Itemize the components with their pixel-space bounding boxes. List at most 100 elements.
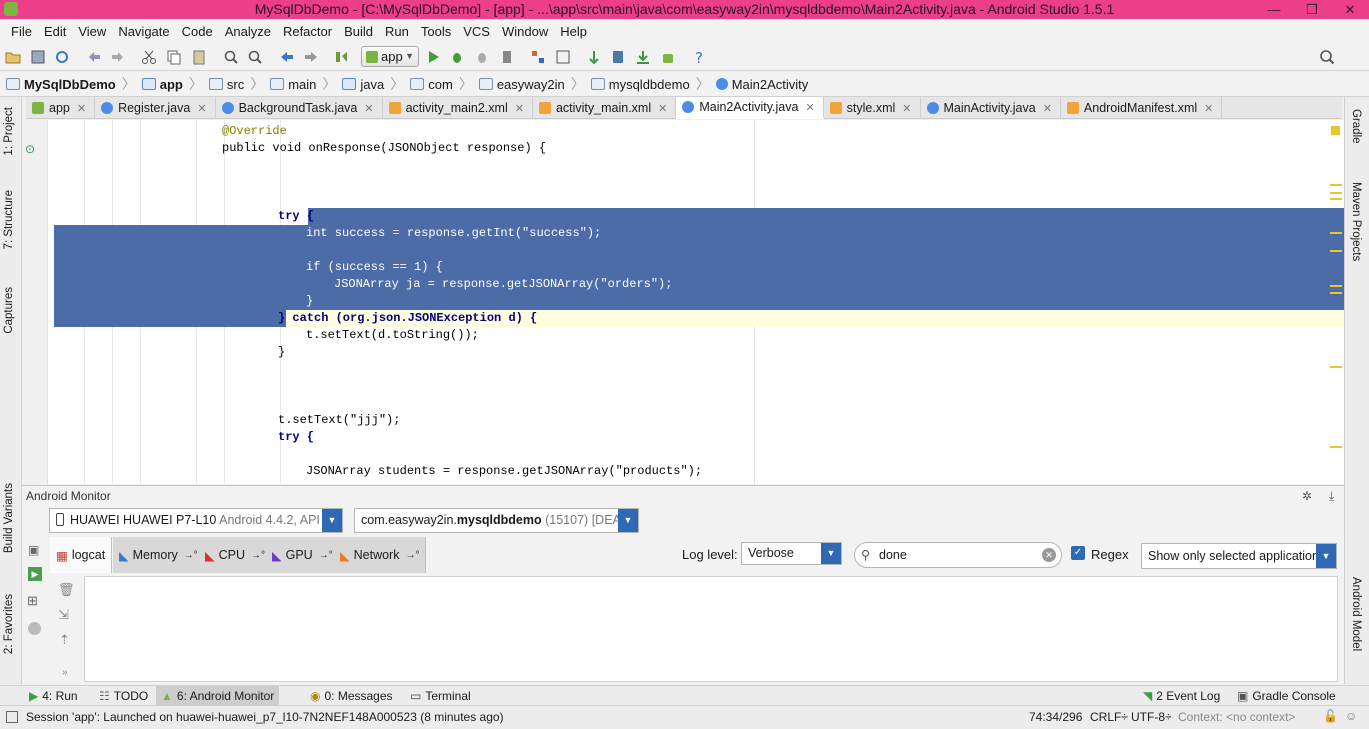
run-icon[interactable] [424,48,442,66]
paste-icon[interactable] [190,48,208,66]
replace-icon[interactable] [246,48,264,66]
save-all-icon[interactable] [29,48,47,66]
menu-code[interactable]: Code [176,24,219,39]
menu-vcs[interactable]: VCS [457,24,496,39]
maven-projects-tool-tab[interactable]: Maven Projects [1350,182,1362,261]
menu-build[interactable]: Build [338,24,379,39]
device-select[interactable]: HUAWEI HUAWEI P7-L10 Android 4.4.2, API … [49,508,343,533]
settings-icon[interactable] [554,48,572,66]
gear-icon[interactable]: ✲ [1302,486,1312,506]
cut-icon[interactable] [140,48,158,66]
breadcrumb-src[interactable]: src 〉 [208,74,270,94]
close-tab-icon[interactable]: ✕ [805,101,814,114]
menu-tools[interactable]: Tools [415,24,457,39]
line-separator[interactable]: CRLF÷ [1090,710,1128,724]
sdk-manager-icon[interactable] [634,48,652,66]
tab-androidmanifest-xml[interactable]: AndroidManifest.xml ✕ [1061,97,1223,119]
breadcrumb-main2activity[interactable]: Main2Activity [715,77,815,92]
android-model-tool-tab[interactable]: Android Model [1350,577,1362,651]
screen-record-icon[interactable]: ▶ [28,567,42,581]
tab-memory[interactable]: ◣ Memory →° [113,537,205,573]
close-tab-icon[interactable]: ✕ [77,102,86,115]
gradle-tool-tab[interactable]: Gradle [1350,109,1362,144]
logcat-output[interactable] [84,576,1338,682]
breadcrumb-java[interactable]: java 〉 [342,74,410,94]
hide-panel-icon[interactable]: ⤓ [1329,486,1334,506]
menu-navigate[interactable]: Navigate [112,24,175,39]
android-monitor-tool-tab[interactable]: ▲ 6: Android Monitor [156,686,280,706]
help-icon[interactable]: ? [690,48,708,67]
tab-activity-main-xml[interactable]: activity_main.xml ✕ [533,97,677,119]
clear-logcat-icon[interactable]: 🗑 [58,582,75,598]
tab-main2activity-java[interactable]: Main2Activity.java ✕ [676,97,824,119]
stop-icon[interactable] [498,48,516,66]
menu-help[interactable]: Help [554,24,593,39]
breadcrumb-project[interactable]: MySqlDbDemo 〉 [6,74,142,94]
structure-tool-tab[interactable]: 7: Structure [3,190,15,249]
back-icon[interactable] [278,48,296,66]
tool-windows-icon[interactable] [6,711,18,723]
menu-edit[interactable]: Edit [38,24,72,39]
breadcrumb-com[interactable]: com 〉 [410,74,479,94]
run-configuration-select[interactable]: app ▼ [361,46,419,67]
screen-capture-icon[interactable]: ▣ [28,543,39,557]
breadcrumb-main[interactable]: main 〉 [270,74,342,94]
menu-window[interactable]: Window [496,24,554,39]
close-tab-icon[interactable]: ✕ [1043,102,1052,115]
gradle-console-tool-tab[interactable]: ▣ Gradle Console [1232,686,1341,706]
scroll-to-end-icon[interactable]: ⇲ [58,607,69,623]
menu-analyze[interactable]: Analyze [219,24,277,39]
android-device-monitor-icon[interactable] [659,48,677,66]
debug-icon[interactable] [448,48,466,66]
tab-logcat[interactable]: ▦ logcat [50,537,113,573]
close-tab-icon[interactable]: ✕ [1204,102,1213,115]
tab-cpu[interactable]: ◣ CPU →° [199,537,273,573]
close-tab-icon[interactable]: ✕ [364,102,373,115]
tab-activity-main2-xml[interactable]: activity_main2.xml ✕ [383,97,533,119]
project-structure-icon[interactable] [529,48,547,66]
file-encoding[interactable]: UTF-8÷ [1131,710,1172,724]
open-folder-icon[interactable] [4,48,22,66]
tab-register-java[interactable]: Register.java ✕ [95,97,216,119]
sync-icon[interactable] [53,48,71,66]
override-marker-icon[interactable]: ⊙ [25,142,35,156]
tab-backgroundtask-java[interactable]: BackgroundTask.java ✕ [216,97,383,119]
close-button[interactable]: ✕ [1331,0,1369,19]
captures-tool-tab[interactable]: Captures [3,287,15,334]
copy-icon[interactable] [165,48,183,66]
todo-tool-tab[interactable]: ☷ TODO [94,686,153,706]
up-arrow-icon[interactable]: ⇡ [59,632,70,648]
inspector-icon[interactable]: ☺ [1345,709,1357,723]
regex-checkbox[interactable]: ✓ [1071,546,1085,560]
build-variants-tool-tab[interactable]: Build Variants [3,483,15,553]
system-info-icon[interactable]: ⊞ [27,593,38,609]
search-everywhere-icon[interactable] [1318,48,1336,66]
close-tab-icon[interactable]: ✕ [515,102,524,115]
menu-run[interactable]: Run [379,24,415,39]
terminate-app-icon[interactable] [28,622,41,635]
tab-gpu[interactable]: ◣ GPU →° [266,537,340,573]
menu-file[interactable]: File [5,24,38,39]
log-search-input[interactable]: ⚲ done ✕ [854,542,1062,568]
avd-manager-icon[interactable] [609,48,627,66]
code-editor[interactable]: ⊙ @Override public void onResponse(JSONO… [22,120,1344,484]
close-tab-icon[interactable]: ✕ [902,102,911,115]
breadcrumb-easyway2in[interactable]: easyway2in 〉 [478,74,591,94]
run-tool-tab[interactable]: ▶ 4: Run [24,686,83,706]
forward-icon[interactable] [302,48,320,66]
make-project-icon[interactable] [333,48,351,66]
inspection-status-icon[interactable] [1331,126,1340,135]
messages-tool-tab[interactable]: ◉ 0: Messages [305,686,398,706]
tab-style-xml[interactable]: style.xml ✕ [824,97,921,119]
event-log-tool-tab[interactable]: ◥ 2 Event Log [1138,686,1225,706]
lock-icon[interactable]: 🔓 [1323,709,1338,723]
tab-app[interactable]: app ✕ [26,97,96,119]
attach-debugger-icon[interactable] [473,48,491,66]
clear-search-icon[interactable]: ✕ [1042,548,1056,562]
menu-refactor[interactable]: Refactor [277,24,338,39]
menu-view[interactable]: View [72,24,112,39]
tab-mainactivity-java[interactable]: MainActivity.java ✕ [921,97,1061,119]
maximize-button[interactable]: ❐ [1293,0,1331,19]
process-select[interactable]: com.easyway2in.mysqldbdemo (15107) [DEAD… [354,508,639,533]
more-icon[interactable]: » [62,667,68,678]
